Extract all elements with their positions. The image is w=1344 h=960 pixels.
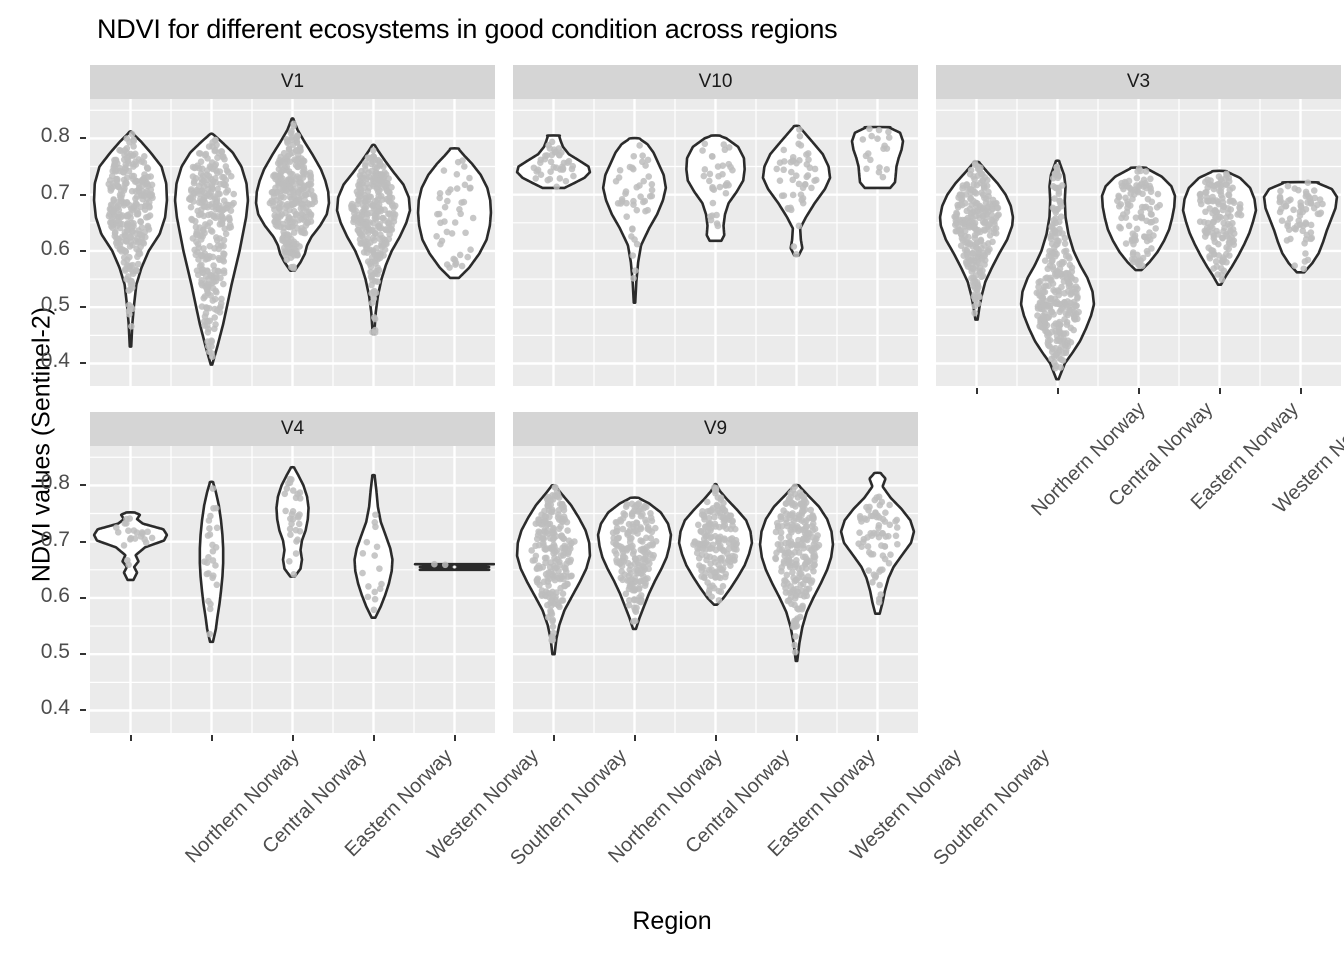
facet-strip-v9: V9	[513, 412, 918, 446]
x-axis-tick-mark	[975, 388, 978, 394]
y-axis-tick-label: 0.4	[40, 696, 70, 720]
x-axis-title: Region	[632, 907, 712, 935]
y-axis-tick-mark	[80, 193, 86, 196]
x-axis-tick-mark	[372, 735, 375, 741]
x-axis-tick-mark	[633, 735, 636, 741]
x-axis-tick-label: Northern Norway	[1026, 398, 1150, 521]
violin-v10-4	[850, 125, 905, 190]
facet-panel-v9	[513, 446, 918, 733]
page-title: NDVI for different ecosystems in good co…	[97, 14, 838, 44]
y-axis-tick-mark	[80, 137, 86, 140]
y-axis-tick-mark	[80, 484, 86, 487]
y-axis-tick-mark	[80, 653, 86, 656]
y-axis-tick-label: 0.5	[40, 293, 70, 317]
x-axis-tick-mark	[453, 735, 456, 741]
y-axis-tick-label: 0.4	[40, 349, 70, 373]
violin-outline	[413, 562, 495, 572]
x-axis-tick-mark	[129, 735, 132, 741]
x-axis-tick-mark	[1218, 388, 1221, 394]
facet-panel-v1	[90, 99, 495, 386]
facet-strip-v4: V4	[90, 412, 495, 446]
facet-strip-label: V4	[280, 418, 305, 439]
y-axis-tick-label: 0.8	[40, 124, 70, 148]
facet-strip-label: V10	[698, 71, 733, 92]
x-axis-tick-mark	[552, 735, 555, 741]
y-axis-tick-label: 0.6	[40, 236, 70, 260]
facet-strip-v10: V10	[513, 65, 918, 99]
facet-strip-v1: V1	[90, 65, 495, 99]
facet-panel-v10	[513, 99, 918, 386]
facet-panel-v4	[90, 446, 495, 733]
x-axis-tick-mark	[1137, 388, 1140, 394]
facet-strip-label: V3	[1126, 71, 1151, 92]
x-axis-tick-mark	[1056, 388, 1059, 394]
x-axis-tick-mark	[291, 735, 294, 741]
y-axis-tick-mark	[80, 306, 86, 309]
y-axis-tick-mark	[80, 709, 86, 712]
facet-strip-v3: V3	[936, 65, 1341, 99]
y-axis-tick-mark	[80, 596, 86, 599]
x-axis-tick-mark	[795, 735, 798, 741]
y-axis-tick-label: 0.7	[40, 527, 70, 551]
facet-strip-label: V1	[280, 71, 305, 92]
x-axis-tick-label: Northern Norway	[180, 745, 304, 868]
facet-panel-v3	[936, 99, 1341, 386]
y-axis-tick-mark	[80, 540, 86, 543]
x-axis-tick-mark	[876, 735, 879, 741]
y-axis-tick-label: 0.6	[40, 583, 70, 607]
x-axis-tick-mark	[210, 735, 213, 741]
x-axis-tick-mark	[714, 735, 717, 741]
facet-strip-label: V9	[703, 418, 728, 439]
y-axis-tick-mark	[80, 362, 86, 365]
y-axis-tick-label: 0.5	[40, 640, 70, 664]
x-axis-tick-mark	[1299, 388, 1302, 394]
y-axis-tick-label: 0.8	[40, 471, 70, 495]
y-axis-tick-label: 0.7	[40, 180, 70, 204]
y-axis-tick-mark	[80, 249, 86, 252]
